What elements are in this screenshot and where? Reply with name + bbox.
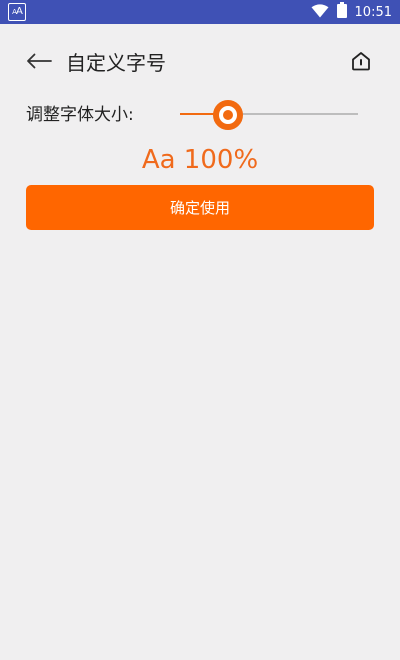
font-size-preview: Aa 100%: [141, 145, 259, 175]
font-size-slider[interactable]: [180, 100, 358, 130]
page-title: 自定义字号: [66, 51, 166, 75]
slider-thumb[interactable]: [213, 100, 244, 130]
wifi-icon: [311, 3, 329, 22]
font-size-label: 调整字体大小:: [26, 105, 134, 125]
status-time: 10:51: [354, 4, 392, 20]
status-right-group: 10:51: [311, 0, 392, 24]
status-bar: AA 10:51: [0, 0, 400, 24]
home-icon: [350, 50, 372, 76]
font-size-row: 调整字体大小:: [26, 100, 374, 130]
confirm-button[interactable]: 确定使用: [26, 185, 374, 230]
header: 自定义字号: [0, 40, 400, 86]
app-notification-icon: AA: [8, 3, 26, 21]
home-button[interactable]: [348, 50, 374, 76]
back-button[interactable]: [22, 48, 56, 78]
arrow-left-icon: [26, 53, 52, 73]
battery-icon: [336, 2, 347, 22]
